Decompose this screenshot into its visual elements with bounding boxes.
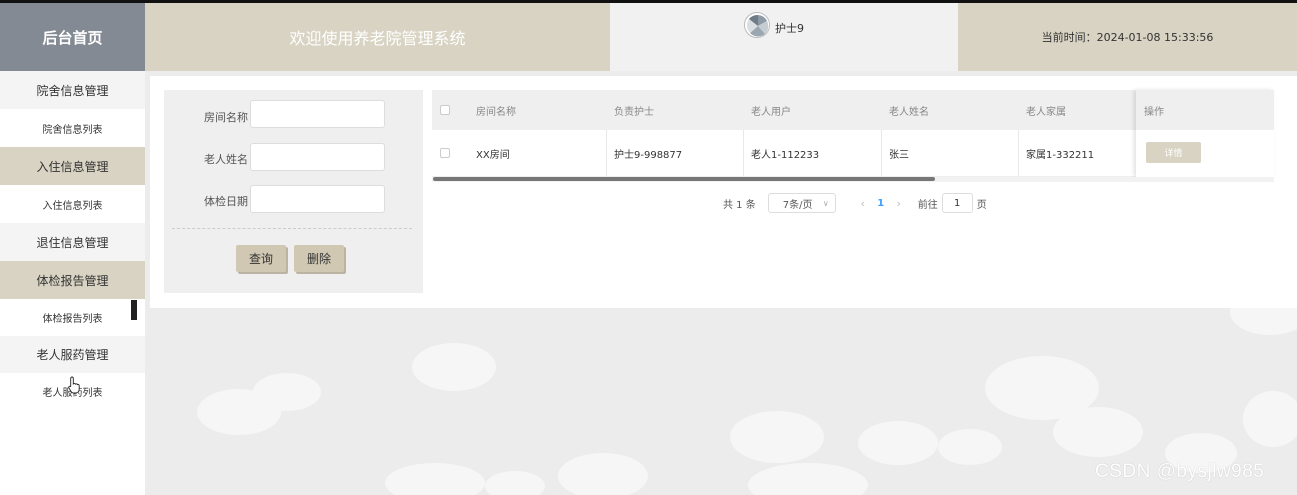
form-divider xyxy=(172,228,412,229)
sidebar-item-medication-management[interactable]: 老人服药管理 xyxy=(0,336,145,373)
horizontal-scrollbar[interactable] xyxy=(432,177,1274,182)
sidebar-item-checkout-management[interactable]: 退住信息管理 xyxy=(0,223,145,261)
col-elder-name[interactable]: 老人姓名 xyxy=(881,90,1018,130)
cell-family: 家属1-332211 xyxy=(1026,149,1095,161)
delete-button[interactable]: 删除 xyxy=(294,245,344,272)
select-all-cell xyxy=(432,90,468,130)
col-room-name[interactable]: 房间名称 xyxy=(468,90,606,130)
scrollbar-thumb[interactable] xyxy=(433,177,935,181)
col-operation: 操作 xyxy=(1136,90,1274,130)
sidebar-item-checkup-management[interactable]: 体检报告管理 xyxy=(0,261,145,299)
cell-elder-user: 老人1-112233 xyxy=(751,149,820,161)
brand-home-link[interactable]: 后台首页 xyxy=(0,3,145,71)
select-all-checkbox[interactable] xyxy=(440,105,450,115)
sidebar-item-checkup-list[interactable]: 体检报告列表 xyxy=(0,299,145,336)
page-number[interactable]: 1 xyxy=(876,198,886,209)
data-table: 房间名称 负责护士 老人用户 老人姓名 老人家属 XX房间 护士9-998877… xyxy=(432,90,1274,182)
checkup-date-label: 体检日期 xyxy=(204,195,248,208)
col-family[interactable]: 老人家属 xyxy=(1018,90,1136,130)
system-title: 欢迎使用养老院管理系统 xyxy=(145,3,610,71)
pagination: 共 1 条 7条/页 ∨ ‹ 1 › 前往 1 页 xyxy=(723,193,987,213)
row-checkbox[interactable] xyxy=(440,148,450,158)
search-form: 房间名称 老人姓名 体检日期 查询 删除 xyxy=(164,90,423,293)
cell-nurse: 护士9-998877 xyxy=(614,149,683,161)
room-name-label: 房间名称 xyxy=(204,111,248,124)
goto-page-input[interactable]: 1 xyxy=(941,193,973,213)
cell-elder-name: 张三 xyxy=(889,149,909,161)
row-select-cell xyxy=(432,130,468,176)
sidebar: 院舍信息管理 院舍信息列表 入住信息管理 入住信息列表 退住信息管理 体检报告管… xyxy=(0,71,145,495)
total-count: 共 1 条 xyxy=(723,199,756,211)
sidebar-item-checkin-list[interactable]: 入住信息列表 xyxy=(0,185,145,223)
goto-suffix: 页 xyxy=(976,199,987,211)
watermark: CSDN @bysjlw985 xyxy=(1095,461,1265,482)
room-name-input[interactable] xyxy=(250,100,385,128)
current-time: 当前时间：2024-01-08 15:33:56 xyxy=(958,3,1297,71)
detail-button[interactable]: 详情 xyxy=(1146,142,1201,163)
sidebar-scroll-indicator[interactable] xyxy=(131,300,137,320)
col-elder-user[interactable]: 老人用户 xyxy=(743,90,881,130)
page-size-select[interactable]: 7条/页 ∨ xyxy=(767,193,836,213)
page-size-value: 7条/页 xyxy=(782,199,813,211)
user-avatar-icon xyxy=(746,14,769,37)
elder-name-label: 老人姓名 xyxy=(204,153,248,166)
cell-room-name: XX房间 xyxy=(476,149,510,161)
next-page-icon[interactable]: › xyxy=(886,197,912,210)
hand-cursor-icon xyxy=(68,376,80,394)
header: 后台首页 欢迎使用养老院管理系统 护士9 当前时间：2024-01-08 15:… xyxy=(0,3,1297,71)
col-nurse[interactable]: 负责护士 xyxy=(606,90,743,130)
sidebar-item-dorm-list[interactable]: 院舍信息列表 xyxy=(0,109,145,147)
avatar[interactable] xyxy=(744,12,770,38)
user-name[interactable]: 护士9 xyxy=(775,20,804,36)
prev-page-icon[interactable]: ‹ xyxy=(850,197,876,210)
content-panel: 房间名称 老人姓名 体检日期 查询 删除 房间名称 负责护士 老人用户 老人姓名… xyxy=(150,76,1297,308)
operation-column: 操作 详情 xyxy=(1136,90,1274,177)
sidebar-item-checkin-management[interactable]: 入住信息管理 xyxy=(0,147,145,185)
elder-name-input[interactable] xyxy=(250,143,385,171)
query-button[interactable]: 查询 xyxy=(236,245,286,272)
user-info: 护士9 xyxy=(610,3,958,71)
main-content: 房间名称 老人姓名 体检日期 查询 删除 房间名称 负责护士 老人用户 老人姓名… xyxy=(145,71,1297,495)
goto-label: 前往 xyxy=(917,199,938,211)
sidebar-item-dorm-management[interactable]: 院舍信息管理 xyxy=(0,71,145,109)
checkup-date-input[interactable] xyxy=(250,185,385,213)
chevron-down-icon: ∨ xyxy=(822,198,829,208)
